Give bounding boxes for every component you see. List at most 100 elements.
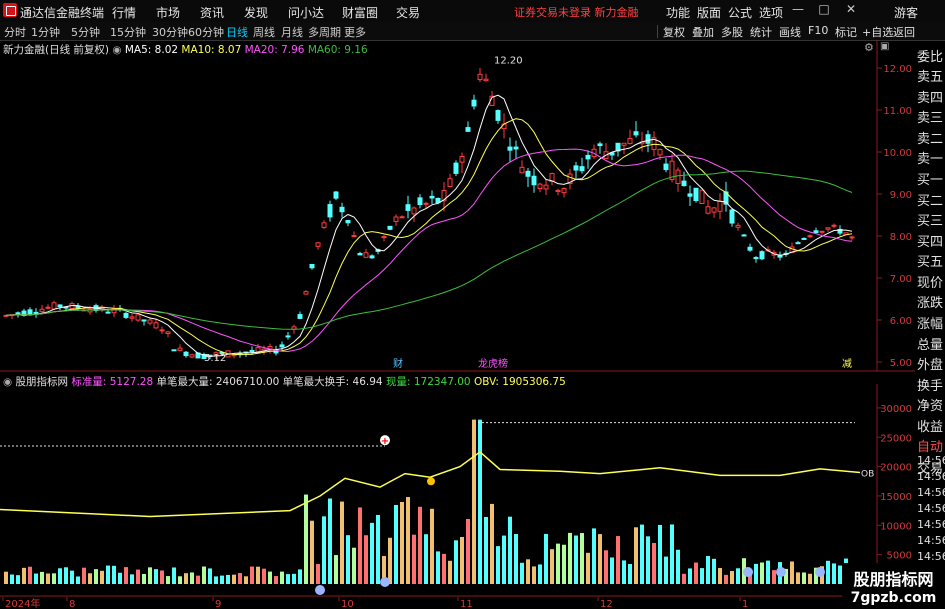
gold-marker-icon[interactable] bbox=[427, 477, 435, 486]
volume-bar[interactable] bbox=[10, 574, 14, 584]
candle-body[interactable] bbox=[705, 206, 711, 214]
statistics-button[interactable]: 统计 bbox=[750, 24, 772, 40]
menu-ask-xiaoda[interactable]: 问小达 bbox=[288, 4, 324, 21]
volume-bar[interactable] bbox=[340, 501, 344, 584]
candle-body[interactable] bbox=[495, 110, 501, 121]
volume-bar[interactable] bbox=[100, 570, 104, 584]
period-tab-60min[interactable]: 60分钟 bbox=[188, 24, 224, 40]
volume-bar[interactable] bbox=[694, 562, 698, 584]
candle-body[interactable] bbox=[735, 224, 741, 228]
candle-body[interactable] bbox=[135, 314, 141, 321]
volume-bar[interactable] bbox=[418, 506, 422, 584]
candle-body[interactable] bbox=[15, 312, 21, 315]
volume-bar[interactable] bbox=[592, 528, 596, 584]
menu-formula[interactable]: 公式 bbox=[728, 4, 752, 21]
candle-body[interactable] bbox=[363, 252, 369, 258]
menu-options[interactable]: 选项 bbox=[759, 4, 783, 21]
volume-bar[interactable] bbox=[688, 568, 692, 584]
face-marker-icon[interactable] bbox=[380, 577, 390, 587]
volume-bar[interactable] bbox=[796, 572, 800, 584]
volume-bar[interactable] bbox=[640, 524, 644, 584]
volume-bar[interactable] bbox=[202, 566, 206, 584]
candle-body[interactable] bbox=[453, 162, 459, 174]
volume-bar[interactable] bbox=[514, 534, 518, 584]
volume-bar[interactable] bbox=[316, 564, 320, 584]
candle-body[interactable] bbox=[747, 246, 753, 251]
volume-bar[interactable] bbox=[448, 560, 452, 584]
volume-bar[interactable] bbox=[724, 574, 728, 584]
volume-bar[interactable] bbox=[82, 567, 86, 584]
reduce-marker[interactable]: 减 bbox=[842, 358, 852, 370]
volume-bar[interactable] bbox=[460, 536, 464, 584]
volume-bar[interactable] bbox=[502, 535, 506, 584]
volume-bar[interactable] bbox=[586, 552, 590, 584]
candle-body[interactable] bbox=[27, 309, 33, 315]
volume-bar[interactable] bbox=[388, 537, 392, 584]
volume-bar[interactable] bbox=[16, 575, 20, 584]
candle-body[interactable] bbox=[531, 175, 537, 186]
menu-wealth-circle[interactable]: 财富圈 bbox=[342, 4, 378, 21]
volume-bar[interactable] bbox=[22, 567, 26, 584]
side-panel-item[interactable]: 买一 bbox=[917, 169, 945, 188]
volume-bar[interactable] bbox=[52, 573, 56, 584]
candle-body[interactable] bbox=[411, 207, 417, 215]
volume-bar[interactable] bbox=[196, 575, 200, 584]
volume-bar[interactable] bbox=[226, 574, 230, 584]
candle-body[interactable] bbox=[147, 319, 153, 324]
period-tab-30min[interactable]: 30分钟 bbox=[152, 24, 188, 40]
volume-bar[interactable] bbox=[568, 532, 572, 584]
candle-body[interactable] bbox=[429, 195, 435, 199]
volume-bar[interactable] bbox=[754, 563, 758, 584]
face-marker-icon[interactable] bbox=[743, 567, 753, 577]
menu-layout[interactable]: 版面 bbox=[697, 4, 721, 21]
candle-body[interactable] bbox=[255, 347, 261, 353]
candle-body[interactable] bbox=[849, 236, 855, 239]
volume-bar[interactable] bbox=[718, 567, 722, 584]
side-panel-item[interactable]: 涨幅 bbox=[917, 313, 945, 332]
volume-bar[interactable] bbox=[604, 550, 608, 584]
volume-bar[interactable] bbox=[538, 564, 542, 584]
candle-body[interactable] bbox=[819, 230, 825, 233]
side-panel-item[interactable]: 涨跌 bbox=[917, 292, 945, 311]
volume-bar[interactable] bbox=[550, 549, 554, 584]
candle-body[interactable] bbox=[417, 197, 423, 206]
volume-bar[interactable] bbox=[646, 536, 650, 584]
candle-body[interactable] bbox=[831, 224, 837, 227]
candle-body[interactable] bbox=[561, 188, 567, 194]
candle-body[interactable] bbox=[711, 207, 717, 213]
candle-body[interactable] bbox=[345, 219, 351, 224]
volume-bar[interactable] bbox=[160, 570, 164, 584]
candle-body[interactable] bbox=[543, 184, 549, 190]
volume-bar[interactable] bbox=[250, 566, 254, 584]
candle-body[interactable] bbox=[447, 178, 453, 188]
back-button[interactable]: 返回 bbox=[893, 24, 915, 40]
candle-body[interactable] bbox=[825, 227, 831, 230]
candle-body[interactable] bbox=[459, 155, 465, 163]
volume-bar[interactable] bbox=[658, 524, 662, 584]
side-panel-item[interactable]: 卖二 bbox=[917, 128, 945, 147]
volume-bar[interactable] bbox=[220, 575, 224, 584]
side-panel-item[interactable]: 卖五 bbox=[917, 66, 945, 85]
menu-discover[interactable]: 发现 bbox=[244, 4, 268, 21]
candle-body[interactable] bbox=[693, 187, 699, 202]
volume-bar[interactable] bbox=[436, 551, 440, 584]
side-panel-item[interactable]: 总量 bbox=[917, 334, 945, 353]
candle-body[interactable] bbox=[699, 189, 705, 204]
menu-function[interactable]: 功能 bbox=[666, 4, 690, 21]
candle-body[interactable] bbox=[681, 180, 687, 187]
volume-bar[interactable] bbox=[304, 494, 308, 584]
candle-body[interactable] bbox=[471, 99, 477, 107]
candle-body[interactable] bbox=[153, 322, 159, 329]
candle-body[interactable] bbox=[51, 302, 57, 310]
candle-body[interactable] bbox=[573, 165, 579, 171]
volume-bar[interactable] bbox=[544, 533, 548, 584]
volume-bar[interactable] bbox=[766, 560, 770, 584]
side-panel-item[interactable]: 收益 bbox=[917, 416, 945, 435]
candle-body[interactable] bbox=[357, 253, 363, 256]
candle-body[interactable] bbox=[177, 347, 183, 351]
volume-bar[interactable] bbox=[28, 566, 32, 584]
add-watchlist-button[interactable]: +自选 bbox=[862, 24, 893, 40]
volume-bar[interactable] bbox=[172, 567, 176, 584]
period-tab-15min[interactable]: 15分钟 bbox=[110, 24, 146, 40]
volume-bar[interactable] bbox=[808, 573, 812, 584]
